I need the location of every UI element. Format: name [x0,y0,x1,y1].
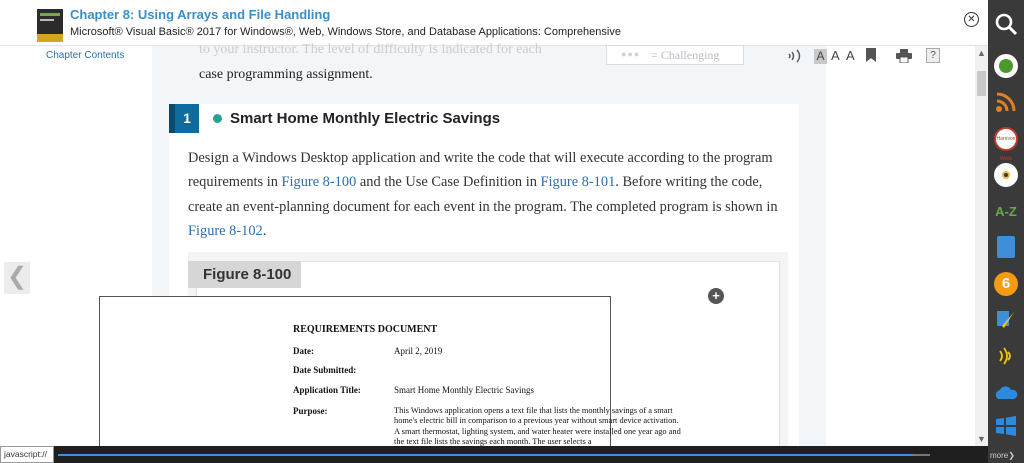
assignment-description: Design a Windows Desktop application and… [188,146,788,244]
doc-app-title-key: Application Title: [293,385,361,395]
doc-date-value: April 2, 2019 [394,346,443,356]
doc-purpose-value: This Windows application opens a text fi… [394,406,681,446]
doc-purpose-key: Purpose: [293,406,328,416]
pen-icon[interactable] [994,308,1018,332]
difficulty-label: = Challenging [651,48,720,62]
figure-8-100-link[interactable]: Figure 8-100 [282,174,357,190]
difficulty-dots: ●●● [621,49,641,59]
audio-icon[interactable] [994,344,1018,368]
scroll-down-arrow[interactable]: ▼ [975,434,988,444]
book-cover-thumbnail[interactable] [37,9,63,42]
book-header: Chapter 8: Using Arrays and File Handlin… [0,0,988,46]
doc-app-title-value: Smart Home Monthly Electric Savings [394,385,534,395]
book-icon[interactable] [997,236,1015,258]
figure-zoom-button[interactable]: + [708,288,724,304]
progress-fill [58,454,913,456]
status-bar: javascript:// [0,446,988,463]
doc-title: REQUIREMENTS DOCUMENT [293,324,438,335]
intro-text-line: case programming assignment. [199,67,373,82]
bookmark-icon[interactable] [866,48,876,62]
mhe-icon[interactable]: Harrison Wells [994,127,1018,162]
assignment-number: 1 [169,104,199,133]
scroll-thumb[interactable] [977,71,986,96]
desc-text-4: . [262,223,267,240]
rss-icon[interactable] [994,90,1018,114]
chapter-contents-link[interactable]: Chapter Contents [46,50,124,61]
status-url: javascript:// [0,446,54,463]
figure-8-102-link[interactable]: Figure 8-102 [188,223,263,239]
difficulty-bullet-icon [213,114,222,123]
scroll-up-arrow[interactable]: ▲ [975,48,988,58]
previous-page-button[interactable]: ❮ [4,262,30,294]
audio-icon[interactable] [786,47,804,65]
book-subtitle: Microsoft® Visual Basic® 2017 for Window… [70,26,621,38]
close-button[interactable]: ✕ [964,12,979,27]
search-icon[interactable] [994,12,1018,36]
chapter-title: Chapter 8: Using Arrays and File Handlin… [70,7,331,22]
cloud-icon[interactable] [994,381,1018,405]
figure-8-101-link[interactable]: Figure 8-101 [541,174,616,190]
print-icon[interactable] [896,49,912,64]
vertical-scrollbar[interactable]: ▲ ▼ [975,46,988,446]
six-icon[interactable]: 6 [994,272,1018,296]
assignment-title: Smart Home Monthly Electric Savings [230,110,501,127]
figure-label: Figure 8-100 [188,261,301,288]
font-size-small-button[interactable]: A [814,49,827,64]
faded-text-line: to your instructor. The level of difficu… [199,42,542,57]
font-size-large-button[interactable]: A [846,48,855,63]
windows-icon[interactable] [994,414,1018,438]
doc-submitted-key: Date Submitted: [293,365,357,375]
c-icon[interactable] [994,54,1018,78]
progress-track [58,454,930,456]
doc-date-key: Date: [293,346,314,356]
app-window: Chapter 8: Using Arrays and File Handlin… [0,0,1024,463]
more-link[interactable]: more❯ [990,451,1015,460]
font-size-medium-button[interactable]: A [831,48,840,63]
difficulty-legend: ●●● = Challenging [606,45,744,65]
az-icon[interactable]: A-Z [994,200,1018,224]
cd-icon[interactable] [994,163,1018,187]
desc-text-2: and the Use Case Definition in [356,174,541,191]
tools-sidebar: Harrison Wells A-Z 6 [988,0,1024,463]
help-button[interactable]: ? [926,48,940,63]
